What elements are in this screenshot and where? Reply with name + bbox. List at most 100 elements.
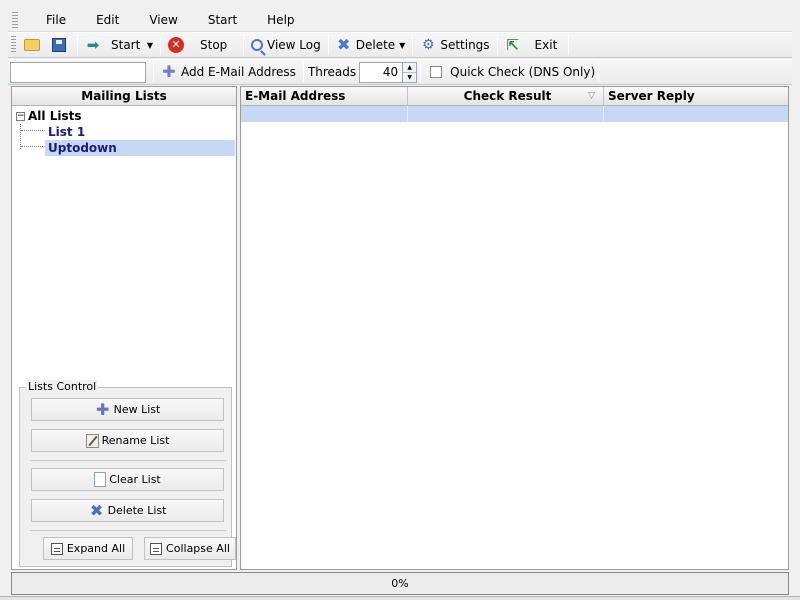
stop-icon: ✕ [168,37,184,53]
email-address-input[interactable] [10,61,146,83]
tools-icon: ⚙ [422,37,435,53]
toolbar-grip [11,36,16,54]
rename-list-label: Rename List [101,434,170,447]
rename-list-button[interactable]: Rename List [31,429,224,452]
tree-item-label: All Lists [28,109,82,123]
mailing-lists-panel: Mailing Lists − All Lists List 1 Uptodow… [11,86,237,570]
threads-spin-buttons[interactable]: ▲ ▼ [403,61,418,83]
tree-item-all-lists[interactable]: − All Lists [16,108,196,124]
table-cell[interactable] [604,106,788,122]
magnifier-icon [251,39,263,51]
settings-button-label: Settings [440,38,490,52]
expand-all-label: Expand All [66,542,126,555]
mailing-lists-tree: − All Lists List 1 Uptodown [12,106,236,386]
column-check-result[interactable]: Check Result ▽ [408,87,604,105]
column-check-result-label: Check Result [463,89,552,103]
new-list-button[interactable]: ✚ New List [31,398,224,421]
blank-page-icon [94,472,107,487]
add-email-label: Add E-Mail Address [181,65,296,79]
tree-line [21,146,43,147]
mailing-lists-header: Mailing Lists [12,87,236,106]
add-email-button[interactable]: ✚ Add E-Mail Address [157,61,300,83]
toolbar-separator [598,62,600,82]
stop-button[interactable]: ✕ Stop [164,34,240,56]
menu-view[interactable]: View [134,13,192,27]
menu-edit[interactable]: Edit [81,13,134,27]
control-separator [30,460,226,461]
control-separator [30,530,226,531]
collapse-all-label: Collapse All [166,542,230,555]
threads-label: Threads [307,65,357,79]
tree-item-label: Uptodown [48,141,117,155]
toolbar-separator [567,35,569,55]
results-grid: E-Mail Address Check Result ▽ Server Rep… [240,86,789,570]
toolbar-separator [496,35,498,55]
table-cell[interactable] [408,106,604,122]
folder-open-icon [24,39,40,51]
tree-item-uptodown[interactable]: Uptodown [45,140,235,156]
expand-all-button[interactable]: Expand All [43,537,133,560]
toolbar-separator [160,35,161,55]
column-email-address[interactable]: E-Mail Address [241,87,408,105]
toolbar-separator [243,35,244,55]
collapse-tree-icon [150,542,163,555]
menu-help[interactable]: Help [252,13,309,27]
settings-button[interactable]: ⚙ Settings [416,34,493,56]
exit-button[interactable]: ⇱ Exit [501,34,565,56]
lists-control-legend: Lists Control [26,380,99,393]
start-button[interactable]: ➡ Start ▼ [81,34,157,56]
delete-list-label: Delete List [107,504,167,517]
start-button-label: Start [111,38,141,52]
tree-item-label: List 1 [48,125,86,139]
bottom-strip [0,596,800,600]
email-toolbar: ✚ Add E-Mail Address Threads 40 ▲ ▼ Quic… [8,59,792,85]
table-cell[interactable] [241,106,408,122]
open-button[interactable] [20,34,48,56]
expand-tree-icon [50,542,63,555]
collapse-icon[interactable]: − [16,111,25,121]
save-icon [52,38,66,52]
filter-icon[interactable]: ▽ [588,87,595,105]
start-dropdown-icon[interactable]: ▼ [147,41,153,50]
plus-icon: ✚ [95,399,110,419]
delete-button-label: Delete [355,38,396,52]
lists-control-group: Lists Control ✚ New List Rename List Cle… [19,380,236,567]
spin-down-icon[interactable]: ▼ [403,73,416,82]
column-server-reply[interactable]: Server Reply [604,87,788,105]
tree-line [21,130,43,131]
collapse-all-button[interactable]: Collapse All [144,537,236,560]
toolbar-separator [327,35,329,55]
clear-list-button[interactable]: Clear List [31,468,224,491]
stop-button-label: Stop [200,38,228,52]
toolbar-separator [420,62,422,82]
rename-pencil-icon [85,433,99,448]
progress-text: 0% [391,577,409,590]
clear-list-label: Clear List [109,473,161,486]
grid-header: E-Mail Address Check Result ▽ Server Rep… [241,87,788,106]
quick-check-checkbox[interactable] [430,66,443,78]
spin-up-icon[interactable]: ▲ [403,63,417,73]
menu-file[interactable]: File [32,13,81,27]
menu-grip [12,11,18,28]
threads-value[interactable]: 40 [359,61,404,83]
tree-item-list-1[interactable]: List 1 [45,124,235,140]
toolbar-separator [153,62,154,82]
menu-start[interactable]: Start [193,13,252,27]
view-log-label: View Log [267,38,321,52]
delete-dropdown-icon[interactable]: ▼ [399,41,405,50]
view-log-button[interactable]: View Log [247,34,325,56]
save-button[interactable] [48,34,74,56]
exit-button-label: Exit [534,38,558,52]
arrow-right-icon: ➡ [86,36,100,54]
quick-check-label[interactable]: Quick Check (DNS Only) [450,65,595,79]
delete-button[interactable]: ✖ Delete ▼ [332,34,410,56]
table-row[interactable] [241,106,788,122]
delete-list-button[interactable]: ✖ Delete List [31,499,224,522]
menu-bar: File Edit View Start Help [8,8,792,32]
threads-stepper[interactable]: 40 ▲ ▼ [359,61,418,83]
main-toolbar: ➡ Start ▼ ✕ Stop View Log ✖ Delete ▼ ⚙ S… [8,32,792,58]
new-list-label: New List [113,403,161,416]
toolbar-separator [77,35,78,55]
delete-x-icon: ✖ [337,35,351,54]
toolbar-separator [302,62,304,82]
